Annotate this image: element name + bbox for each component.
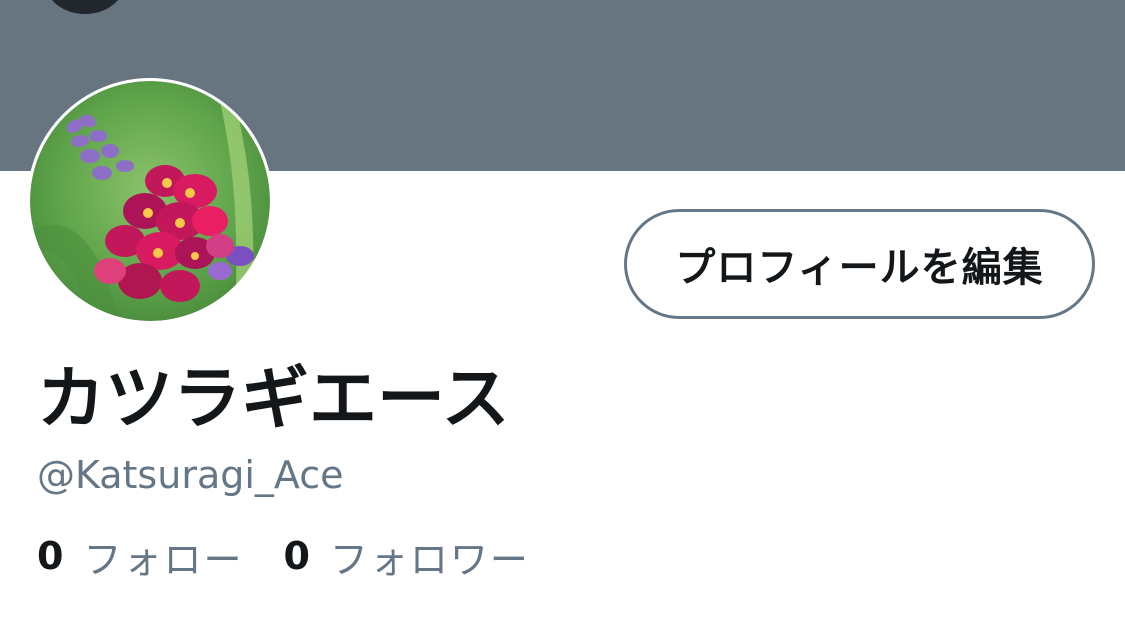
edit-profile-button[interactable]: プロフィールを編集 bbox=[624, 209, 1095, 319]
username: @Katsuragi_Ace bbox=[37, 453, 344, 497]
display-name: カツラギエース bbox=[37, 360, 510, 439]
follow-stats: 0 フォロー 0 フォロワー bbox=[37, 532, 570, 582]
followers-label: フォロワー bbox=[329, 537, 530, 582]
followers-stat[interactable]: 0 フォロワー bbox=[283, 529, 529, 584]
flower-avatar-image bbox=[30, 81, 270, 321]
profile-screen: プロフィールを編集 カツラギエース @Katsuragi_Ace 0 フォロー … bbox=[0, 0, 1125, 624]
following-count: 0 bbox=[37, 534, 64, 578]
following-label: フォロー bbox=[83, 537, 244, 582]
avatar[interactable] bbox=[27, 78, 273, 324]
following-stat[interactable]: 0 フォロー bbox=[37, 529, 243, 584]
followers-count: 0 bbox=[283, 534, 310, 578]
